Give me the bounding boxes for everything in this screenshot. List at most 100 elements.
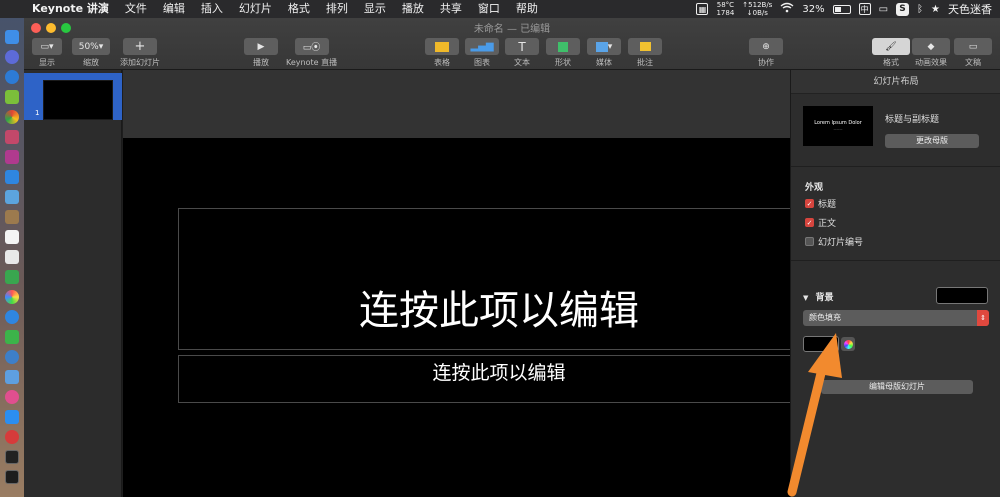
- play-icon: ▶: [257, 41, 265, 52]
- menu-play[interactable]: 播放: [394, 0, 432, 18]
- net-down: ↓0B/s: [746, 9, 768, 17]
- network-monitor[interactable]: ↑512B/s ↓0B/s: [742, 1, 772, 17]
- checkbox-title[interactable]: ✓ 标题: [805, 197, 836, 210]
- photos-icon[interactable]: [5, 250, 19, 264]
- app-icon-4[interactable]: [5, 270, 19, 284]
- display-icon[interactable]: ▭: [879, 4, 888, 15]
- chart-label: 图表: [474, 58, 490, 67]
- menu-edit[interactable]: 编辑: [155, 0, 193, 18]
- launchpad-icon[interactable]: [5, 50, 19, 64]
- dock: [0, 18, 24, 497]
- calendar-icon[interactable]: [5, 230, 19, 244]
- bluetooth-icon[interactable]: ᛒ: [917, 4, 923, 15]
- slide-thumbnail-1[interactable]: 1: [24, 73, 122, 120]
- format-inspector: 幻灯片布局 Lorem Ipsum Dolor ——— 标题与副标题 更改母版 …: [790, 70, 1000, 497]
- sogou-icon[interactable]: S: [896, 2, 910, 16]
- document-button[interactable]: ▭: [954, 38, 992, 55]
- terminal-icon[interactable]: [5, 450, 19, 464]
- chevron-down-icon: ▾: [98, 41, 104, 52]
- vivaldi-icon[interactable]: [5, 430, 19, 444]
- menu-bar: Keynote 讲演 文件 编辑 插入 幻灯片 格式 排列 显示 播放 共享 窗…: [0, 0, 1000, 18]
- status-area: ▦ 58°C 1784 ↑512B/s ↓0B/s 32% 中 ▭ S ᛒ ★ …: [696, 0, 1000, 18]
- comment-icon: [639, 42, 651, 51]
- app-icon-6[interactable]: [5, 350, 19, 364]
- menu-window[interactable]: 窗口: [470, 0, 508, 18]
- battery-icon[interactable]: [832, 4, 851, 14]
- grid-icon[interactable]: ▦: [696, 3, 709, 15]
- android-icon[interactable]: [5, 90, 19, 104]
- format-control: 🖌 格式: [872, 38, 910, 68]
- star-icon[interactable]: ★: [931, 4, 940, 15]
- change-master-button[interactable]: 更改母版: [885, 134, 979, 148]
- app-icon-3[interactable]: [5, 210, 19, 224]
- wechat-icon[interactable]: [5, 330, 19, 344]
- app-icon-5[interactable]: [5, 290, 19, 304]
- menu-insert[interactable]: 插入: [193, 0, 231, 18]
- input-method-icon[interactable]: 中: [858, 3, 871, 15]
- music-icon[interactable]: [5, 390, 19, 404]
- finder-icon[interactable]: [5, 30, 19, 44]
- add-slide-button[interactable]: +: [123, 38, 157, 55]
- fill-type-select[interactable]: 颜色填充 ⇕: [803, 310, 989, 326]
- shape-control: 形状: [546, 38, 580, 68]
- zoom-select[interactable]: 50% ▾: [72, 38, 110, 55]
- chart-button[interactable]: ▂▄▆: [465, 38, 499, 55]
- menu-arrange[interactable]: 排列: [318, 0, 356, 18]
- background-heading[interactable]: ▼ 背景: [803, 290, 834, 303]
- table-button[interactable]: [425, 38, 459, 55]
- checkbox-slide-number[interactable]: 幻灯片编号: [805, 235, 863, 248]
- title-placeholder[interactable]: 连按此项以编辑: [178, 208, 790, 350]
- keynote-live-button[interactable]: ▭⦿: [294, 38, 329, 55]
- text-button[interactable]: T: [505, 38, 539, 55]
- layout-thumbnail[interactable]: Lorem Ipsum Dolor ———: [803, 106, 873, 146]
- animate-button[interactable]: ◆: [912, 38, 950, 55]
- media-button[interactable]: ▾: [587, 38, 621, 55]
- comment-label: 批注: [637, 58, 653, 67]
- layout-thumb-subtext: ———: [833, 127, 843, 131]
- checkbox-empty-icon: [805, 237, 814, 246]
- menu-file[interactable]: 文件: [117, 0, 155, 18]
- xcode-icon[interactable]: [5, 170, 19, 184]
- comment-button[interactable]: [628, 38, 662, 55]
- cpu-monitor[interactable]: 58°C 1784: [716, 1, 734, 17]
- app-icon-7[interactable]: [5, 370, 19, 384]
- menu-app-name[interactable]: Keynote 讲演: [30, 0, 117, 18]
- collaborate-button[interactable]: ⊕: [749, 38, 783, 55]
- wifi-icon[interactable]: [780, 2, 794, 16]
- app-icon-2[interactable]: [5, 150, 19, 164]
- chart-control: ▂▄▆ 图表: [465, 38, 499, 68]
- format-button[interactable]: 🖌: [872, 38, 910, 55]
- cpu-temp: 58°C: [716, 1, 735, 9]
- view-button[interactable]: ▭▾: [32, 38, 62, 55]
- background-color-swatch[interactable]: [936, 287, 988, 304]
- messages-icon[interactable]: [5, 310, 19, 324]
- app-icon-1[interactable]: [5, 130, 19, 144]
- color-well[interactable]: ⌄: [803, 336, 839, 352]
- shape-label: 形状: [555, 58, 571, 67]
- user-name[interactable]: 天色迷香: [948, 1, 992, 17]
- chart-icon: ▂▄▆: [470, 41, 494, 52]
- chrome-icon[interactable]: [5, 110, 19, 124]
- document-icon: ▭: [968, 41, 978, 52]
- menu-view[interactable]: 显示: [356, 0, 394, 18]
- slide[interactable]: 连按此项以编辑 连按此项以编辑: [123, 138, 790, 497]
- menu-slide[interactable]: 幻灯片: [231, 0, 280, 18]
- background-heading-label: 背景: [815, 293, 834, 303]
- document-control: ▭ 文稿: [954, 38, 992, 68]
- activity-monitor-icon[interactable]: [5, 470, 19, 484]
- checkbox-body[interactable]: ✓ 正文: [805, 216, 836, 229]
- color-wheel-button[interactable]: [841, 337, 855, 351]
- subtitle-placeholder[interactable]: 连按此项以编辑: [178, 355, 790, 403]
- safari-icon[interactable]: [5, 70, 19, 84]
- edit-master-button[interactable]: 编辑母版幻灯片: [821, 380, 973, 394]
- menu-share[interactable]: 共享: [432, 0, 470, 18]
- preview-icon[interactable]: [5, 190, 19, 204]
- play-button[interactable]: ▶: [244, 38, 278, 55]
- menu-format[interactable]: 格式: [280, 0, 318, 18]
- format-label: 格式: [883, 58, 899, 67]
- shape-button[interactable]: [546, 38, 580, 55]
- chevron-down-icon: ▾: [607, 41, 613, 52]
- app-store-icon[interactable]: [5, 410, 19, 424]
- menu-help[interactable]: 帮助: [508, 0, 546, 18]
- comment-control: 批注: [628, 38, 662, 68]
